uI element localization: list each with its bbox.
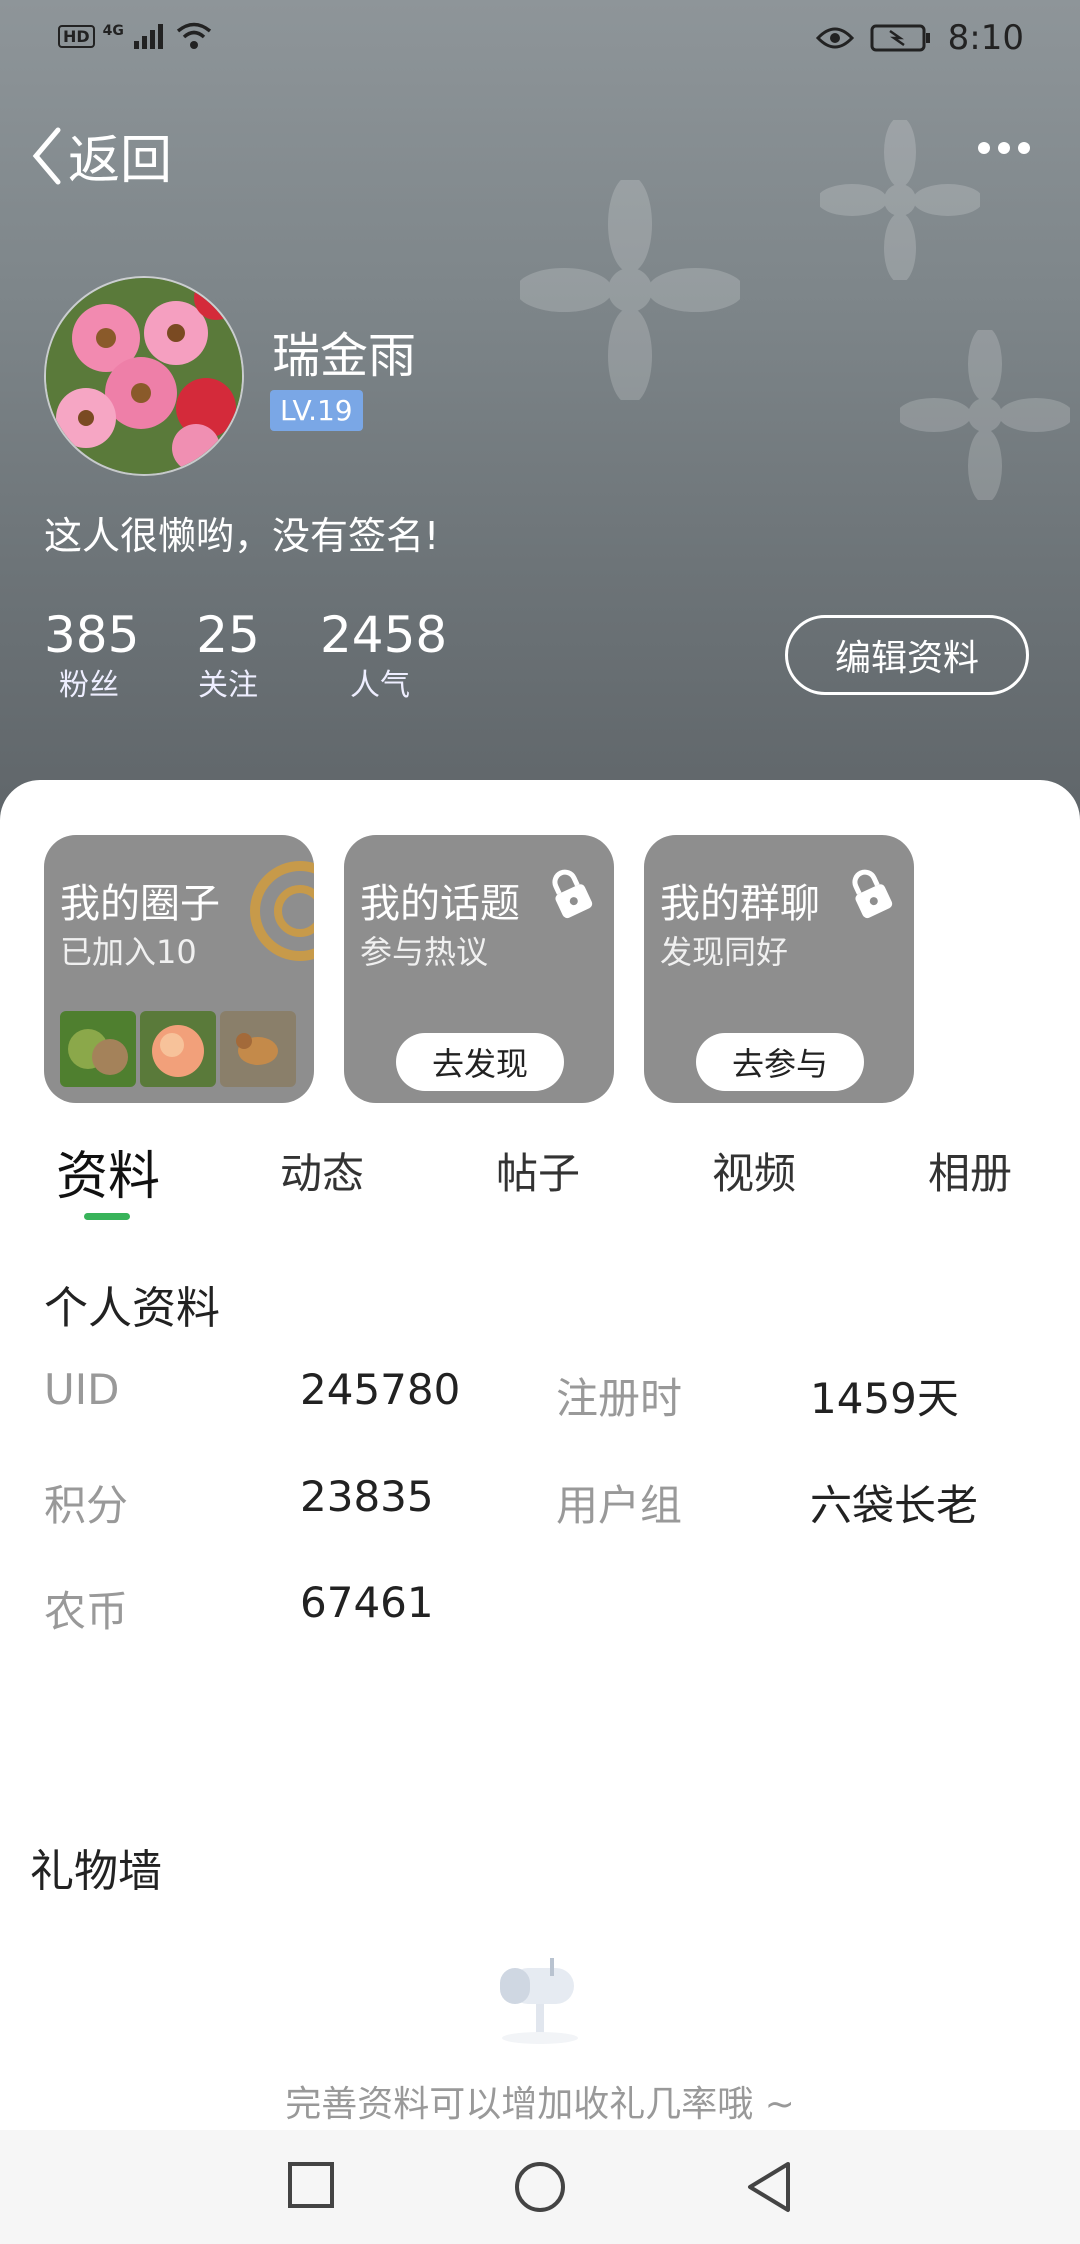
tab-videos[interactable]: 视频 — [712, 1140, 796, 1201]
gift-wall-empty-text: 完善资料可以增加收礼几率哦 ~ — [285, 2084, 795, 2125]
eye-icon — [815, 27, 854, 49]
participate-button[interactable]: 去参与 — [696, 1033, 864, 1091]
info-value: 67461 — [300, 1578, 434, 1627]
card-subtitle: 参与热议 — [360, 933, 489, 971]
personal-info-title: 个人资料 — [44, 1283, 220, 1334]
back-nav-icon[interactable] — [744, 2160, 794, 2214]
circle-swirl-icon — [250, 861, 314, 961]
gift-wall-title: 礼物墙 — [30, 1846, 162, 1897]
more-button[interactable] — [976, 140, 1032, 160]
info-value: 23835 — [300, 1472, 434, 1521]
info-label: 用户组 — [556, 1481, 683, 1530]
stat-value: 385 — [44, 606, 140, 664]
flower-decoration-icon — [520, 180, 740, 400]
peach-thumbnail — [140, 1011, 216, 1087]
walnut-thumbnail — [60, 1011, 136, 1087]
stat-label: 关注 — [198, 668, 258, 703]
battery-icon — [870, 24, 930, 52]
tab-album[interactable]: 相册 — [928, 1140, 1012, 1201]
discover-button[interactable]: 去发现 — [396, 1033, 564, 1091]
wifi-icon — [176, 22, 212, 49]
edit-profile-button[interactable]: 编辑资料 — [785, 615, 1029, 695]
info-value: 六袋长老 — [810, 1481, 979, 1530]
tab-posts[interactable]: 帖子 — [496, 1140, 580, 1201]
network-type: 4G — [102, 23, 124, 39]
stat-value: 25 — [196, 606, 260, 664]
status-bar: HD 4G 8:10 — [0, 0, 1080, 80]
circle-thumbnails — [60, 1011, 296, 1087]
lock-icon — [552, 869, 593, 919]
card-subtitle: 已加入10 — [60, 933, 197, 971]
user-name: 瑞金雨 — [272, 328, 417, 384]
tab-bar: 资料 动态 帖子 视频 相册 — [0, 1140, 1080, 1220]
bird-thumbnail — [220, 1011, 296, 1087]
card-subtitle: 发现同好 — [660, 933, 789, 971]
stat-label: 人气 — [350, 668, 410, 703]
clock: 8:10 — [947, 18, 1024, 58]
signal-icon — [133, 24, 163, 49]
info-value: 245780 — [300, 1365, 461, 1414]
tab-profile[interactable]: 资料 — [56, 1134, 160, 1209]
level-badge: LV.19 — [270, 390, 363, 431]
chevron-left-icon — [32, 127, 61, 184]
flower-decoration-icon — [900, 330, 1070, 500]
info-label: UID — [44, 1365, 120, 1414]
card-title: 我的话题 — [360, 881, 520, 927]
info-value: 1459天 — [810, 1374, 959, 1423]
info-label: 注册时 — [556, 1374, 683, 1423]
stat-fans[interactable]: 385 粉丝 — [44, 605, 140, 707]
tab-activity[interactable]: 动态 — [280, 1140, 364, 1201]
card-my-circles[interactable]: 我的圈子 已加入10 — [44, 835, 314, 1103]
card-my-topics[interactable]: 我的话题 参与热议 去发现 — [344, 835, 614, 1103]
card-title: 我的群聊 — [660, 881, 820, 927]
stat-following[interactable]: 25 关注 — [190, 605, 266, 707]
card-title: 我的圈子 — [60, 881, 220, 927]
active-tab-indicator — [84, 1213, 130, 1220]
info-label: 积分 — [44, 1481, 129, 1530]
info-label: 农币 — [44, 1587, 129, 1636]
avatar[interactable] — [44, 276, 244, 476]
back-button[interactable]: 返回 — [30, 118, 172, 193]
mailbox-icon — [500, 1958, 578, 2044]
back-label: 返回 — [68, 131, 173, 191]
stat-popularity[interactable]: 2458 人气 — [320, 605, 448, 707]
lock-icon — [852, 869, 893, 919]
stat-value: 2458 — [320, 606, 448, 664]
card-my-groups[interactable]: 我的群聊 发现同好 去参与 — [644, 835, 914, 1103]
signature: 这人很懒哟，没有签名! — [44, 514, 440, 558]
stat-label: 粉丝 — [59, 668, 119, 703]
home-icon[interactable] — [513, 2160, 567, 2214]
hd-indicator: HD — [58, 24, 95, 48]
recent-apps-icon[interactable] — [286, 2160, 336, 2210]
more-dots-icon — [978, 142, 1030, 154]
top-nav: 返回 — [0, 110, 1080, 200]
system-navigation-bar — [0, 2130, 1080, 2244]
avatar-flowers-image — [46, 278, 242, 474]
